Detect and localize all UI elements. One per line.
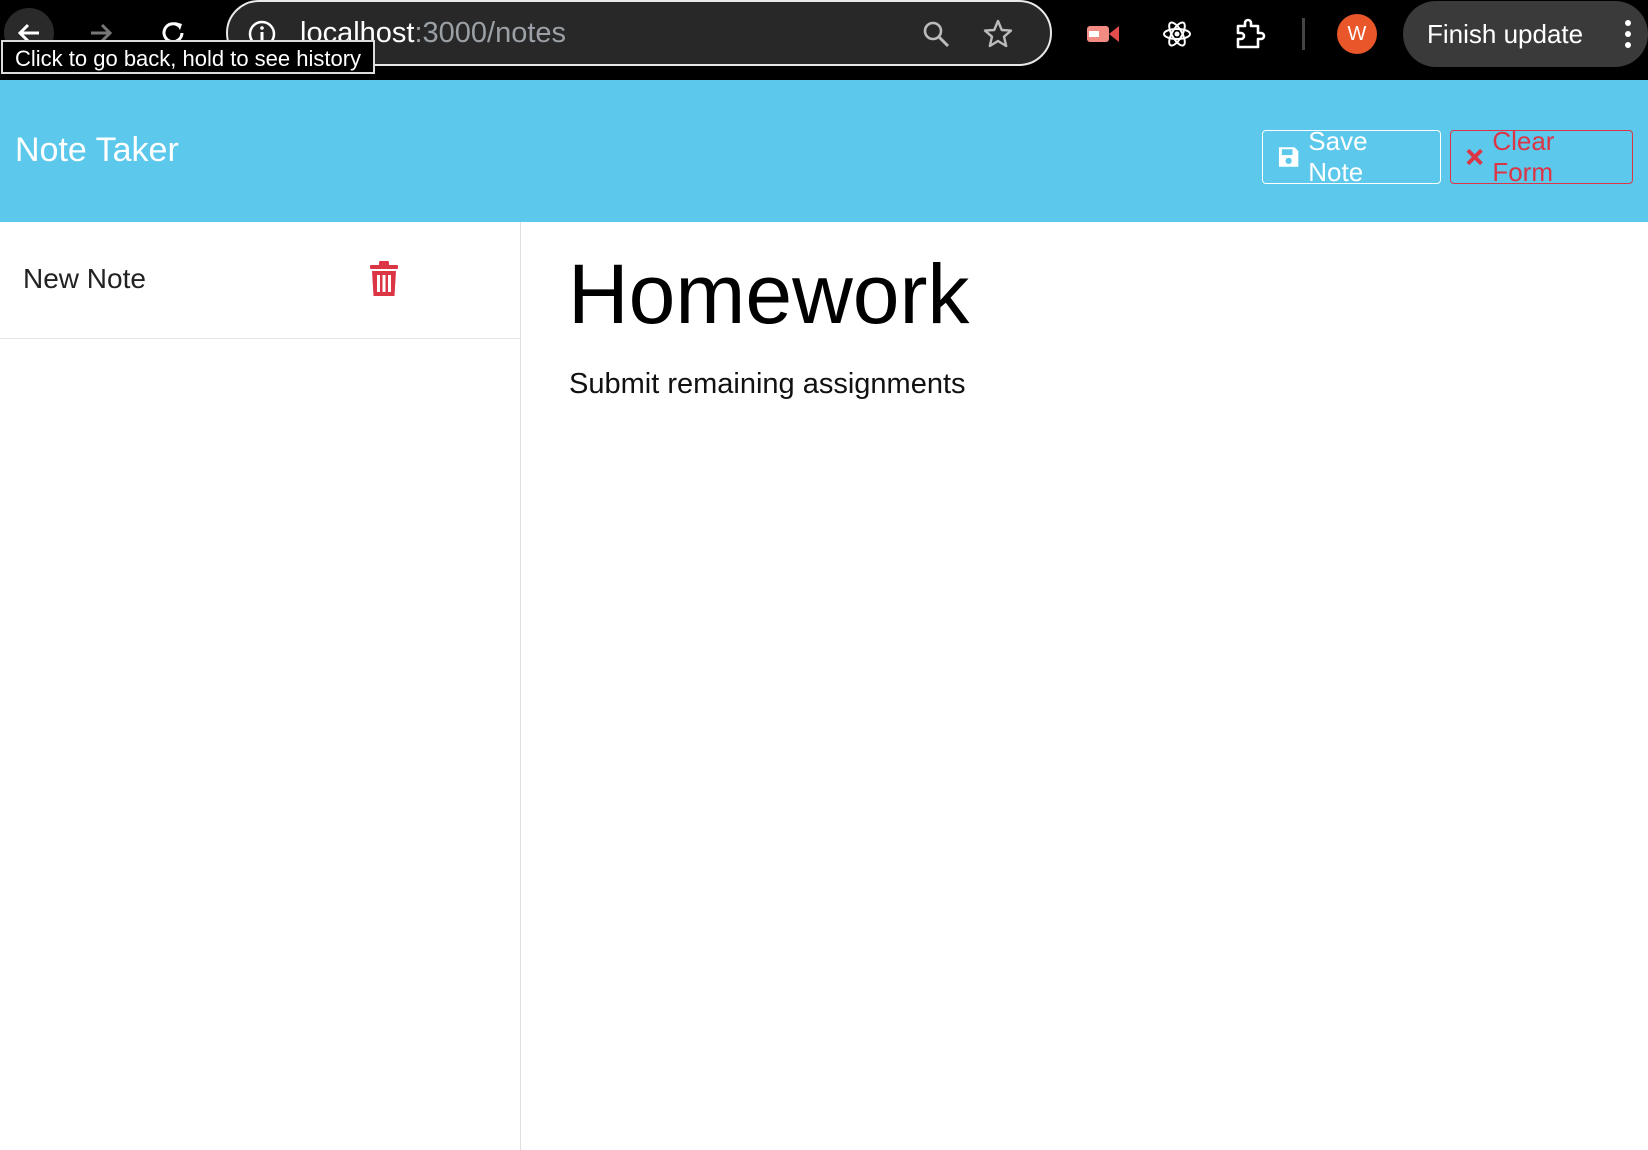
back-button-tooltip: Click to go back, hold to see history [1, 40, 376, 74]
zoom-icon [923, 21, 950, 48]
app-navbar: Note Taker Save Note Clear Form [0, 80, 1648, 222]
url-path: :3000/notes [414, 17, 567, 49]
close-icon [1466, 148, 1483, 166]
save-note-label: Save Note [1308, 126, 1368, 187]
react-devtools-button[interactable] [1157, 14, 1197, 54]
note-title-display[interactable]: Homework [568, 244, 969, 344]
save-note-button[interactable]: Save Note [1262, 126, 1441, 187]
clear-form-label: Clear Form [1492, 126, 1555, 187]
kebab-menu-icon[interactable] [1608, 14, 1648, 54]
list-item[interactable]: New Note [0, 222, 520, 339]
profile-avatar[interactable]: W [1337, 14, 1377, 54]
clear-form-button[interactable]: Clear Form [1450, 126, 1633, 187]
toolbar-separator [1302, 18, 1305, 50]
star-icon [983, 19, 1013, 48]
react-devtools-icon [1163, 21, 1191, 47]
note-text-display[interactable]: Submit remaining assignments [569, 366, 966, 402]
trash-icon[interactable] [368, 260, 400, 298]
screen-record-extension-button[interactable] [1083, 14, 1123, 54]
screen-record-extension-icon [1087, 26, 1119, 42]
finish-update-button[interactable]: Finish update [1403, 1, 1648, 67]
extensions-button[interactable] [1230, 14, 1270, 54]
app-title[interactable]: Note Taker [15, 130, 179, 170]
note-list-title[interactable]: New Note [23, 262, 146, 296]
bookmark-button[interactable] [980, 16, 1016, 52]
extensions-puzzle-icon [1236, 18, 1266, 49]
zoom-button[interactable] [918, 16, 954, 52]
notes-sidebar: New Note [0, 222, 521, 1150]
finish-update-label: Finish update [1427, 18, 1584, 49]
save-icon [1278, 147, 1299, 167]
